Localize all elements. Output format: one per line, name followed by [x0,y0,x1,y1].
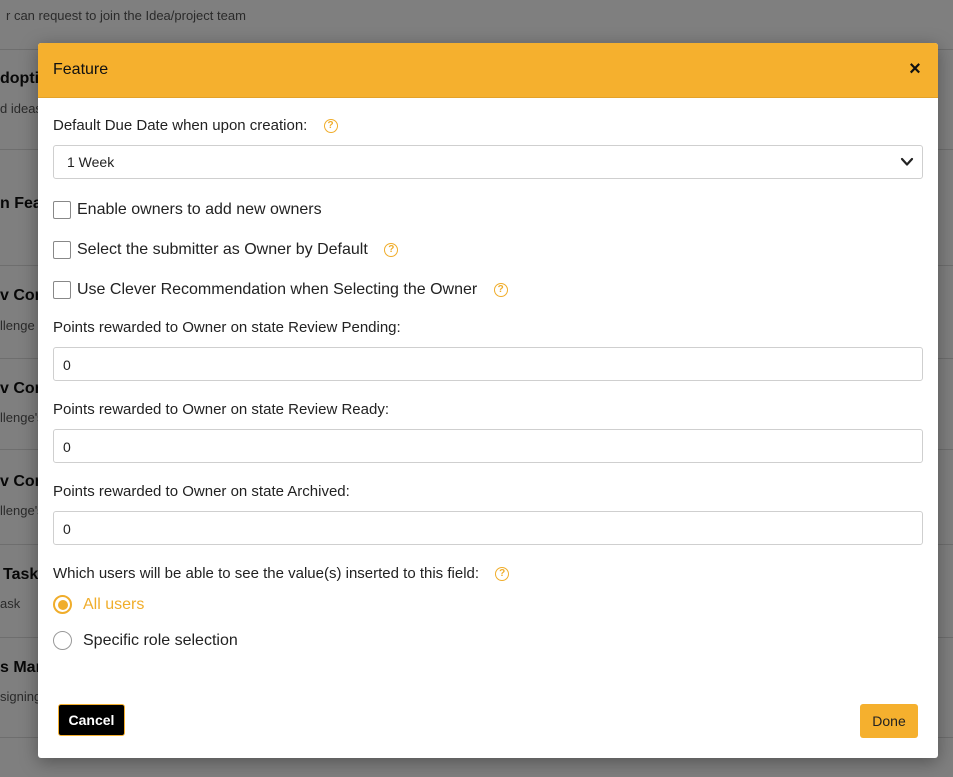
clever-recommendation-checkbox[interactable] [53,281,71,299]
points-archived-label: Points rewarded to Owner on state Archiv… [53,483,350,500]
due-date-select[interactable]: 1 Week [53,145,923,179]
checkbox-label: Enable owners to add new owners [77,201,322,218]
input-value: 0 [63,439,71,455]
visibility-label-row: Which users will be able to see the valu… [53,565,510,582]
chevron-down-icon [900,157,914,166]
question-circle-icon[interactable]: ? [323,119,338,133]
submitter-owner-checkbox[interactable] [53,241,71,259]
checkbox-label: Use Clever Recommendation when Selecting… [77,281,478,298]
feature-modal: Feature × Default Due Date when upon cre… [38,43,938,758]
visibility-label: Which users will be able to see the valu… [53,565,480,582]
points-review-pending-input[interactable]: 0 [53,347,923,381]
checkbox-label-with-help: Select the submitter as Owner by Default… [77,241,399,259]
done-button[interactable]: Done [860,704,918,738]
input-value: 0 [63,357,71,373]
modal-title: Feature [53,61,109,78]
radio-label: All users [83,596,145,613]
points-review-ready-input[interactable]: 0 [53,429,923,463]
points-review-ready-label: Points rewarded to Owner on state Review… [53,401,389,418]
points-archived-input[interactable]: 0 [53,511,923,545]
close-icon[interactable]: × [906,59,924,79]
question-circle-icon[interactable]: ? [495,567,510,581]
checkbox-label: Select the submitter as Owner by Default [77,241,368,258]
specific-role-radio[interactable] [53,631,72,650]
due-date-label-row: Default Due Date when upon creation: ? [53,117,338,134]
checkbox-label-with-help: Use Clever Recommendation when Selecting… [77,281,508,299]
question-circle-icon[interactable]: ? [493,283,508,297]
radio-label: Specific role selection [83,632,238,649]
points-review-pending-label: Points rewarded to Owner on state Review… [53,319,401,336]
due-date-selected-value: 1 Week [67,154,115,170]
modal-header: Feature × [38,43,938,98]
due-date-label: Default Due Date when upon creation: [53,117,308,134]
cancel-button[interactable]: Cancel [58,704,125,736]
all-users-radio[interactable] [53,595,72,614]
enable-owners-checkbox[interactable] [53,201,71,219]
question-circle-icon[interactable]: ? [384,243,399,257]
input-value: 0 [63,521,71,537]
